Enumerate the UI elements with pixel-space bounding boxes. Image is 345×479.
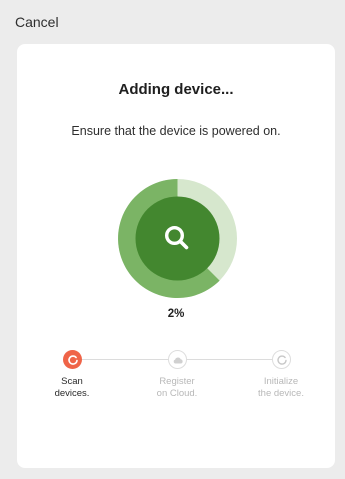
page-title: Adding device... xyxy=(118,81,234,98)
progress-percent: 2% xyxy=(167,308,185,320)
step-connector xyxy=(186,359,272,360)
refresh-icon xyxy=(276,354,287,365)
step-initialize-label: Initialize the device. xyxy=(258,376,304,399)
refresh-icon xyxy=(67,354,78,365)
progress-ring xyxy=(118,179,237,298)
step-connector xyxy=(81,359,168,360)
step-indicator: Scan devices. Register on Cloud. Initial… xyxy=(17,350,335,420)
instruction-text: Ensure that the device is powered on. xyxy=(71,124,281,138)
cancel-button[interactable]: Cancel xyxy=(15,14,59,30)
adding-device-card: Adding device... Ensure that the device … xyxy=(17,44,335,468)
step-register-dot xyxy=(168,350,187,369)
step-register-label: Register on Cloud. xyxy=(156,376,198,399)
cloud-icon xyxy=(173,356,183,363)
step-scan-dot xyxy=(63,350,82,369)
step-initialize-dot xyxy=(272,350,291,369)
step-scan-label: Scan devices. xyxy=(54,376,90,399)
progress-center xyxy=(135,196,220,281)
